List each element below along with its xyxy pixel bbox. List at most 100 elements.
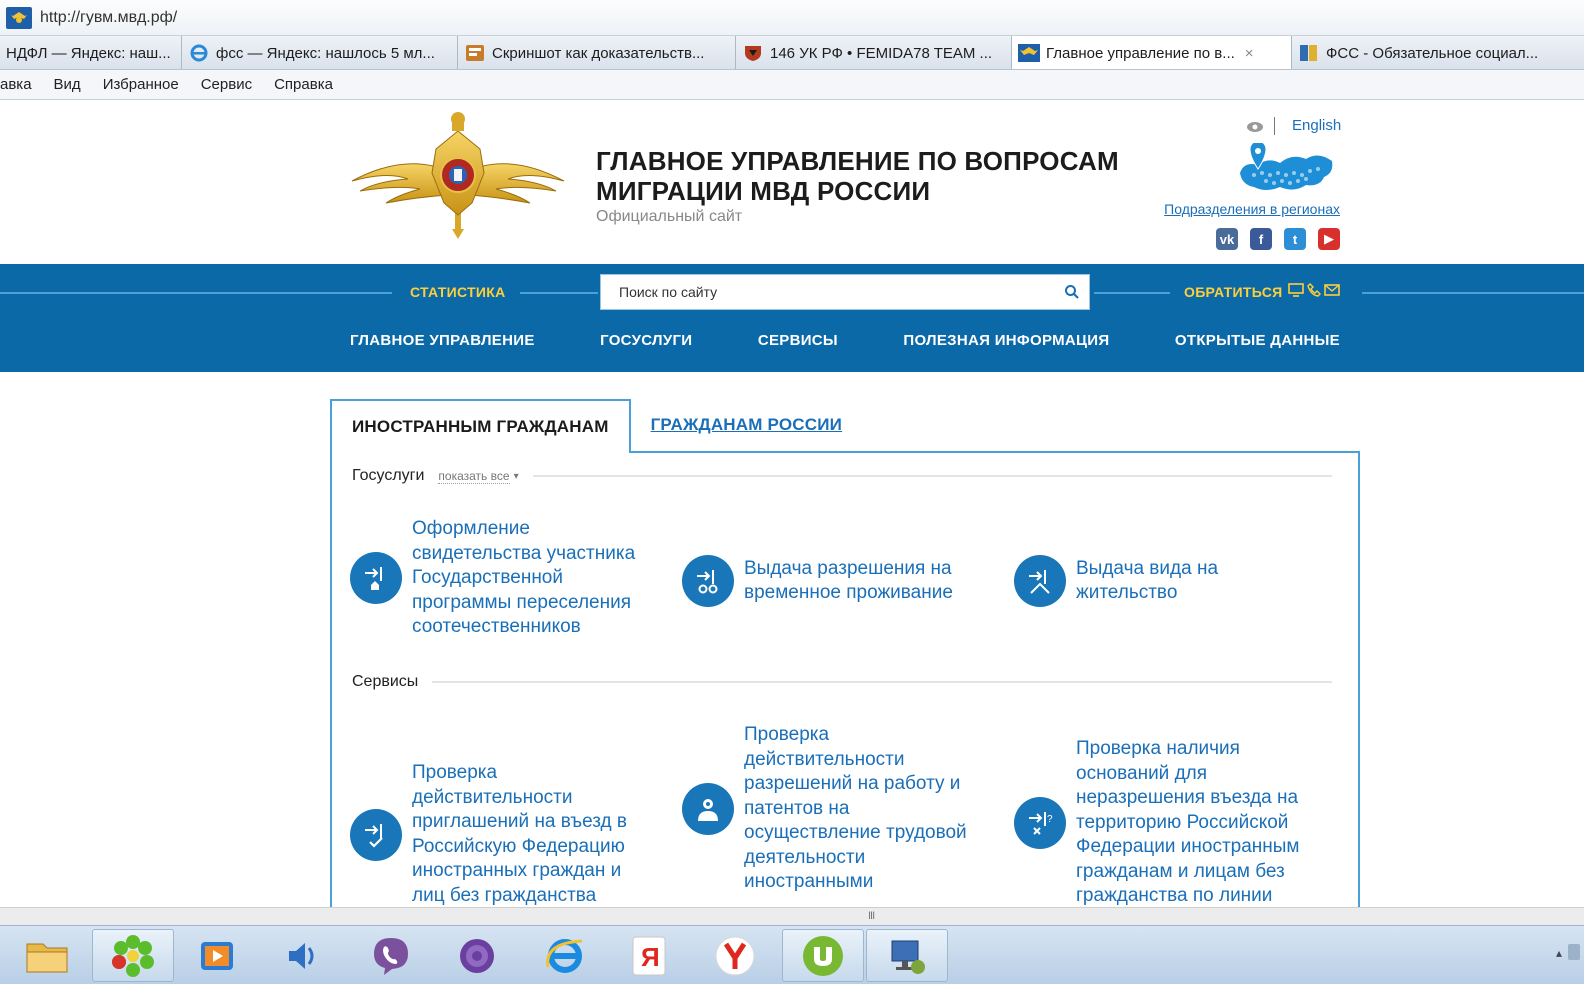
nav-item-open-data[interactable]: ОТКРЫТЫЕ ДАННЫЕ	[1175, 332, 1340, 349]
russia-map-icon[interactable]	[1234, 143, 1336, 199]
browser-tab-label: Главное управление по в...	[1046, 44, 1235, 62]
browser-tab[interactable]: фсс — Яндекс: нашлось 5 мл...	[182, 36, 458, 69]
statistics-link[interactable]: СТАТИСТИКА	[410, 284, 506, 300]
english-link[interactable]: English	[1292, 117, 1341, 134]
site-subtitle: Официальный сайт	[596, 208, 743, 225]
gosuslugi-item[interactable]: Выдача вида на жительство	[1014, 555, 1314, 607]
gosuslugi-item-label: Выдача разрешения на временное проживани…	[744, 557, 953, 604]
tor-icon[interactable]	[436, 929, 518, 982]
decorative-line	[0, 292, 392, 294]
decorative-line	[1094, 292, 1170, 294]
browser-tab-label: НДФЛ — Яндекс: наш...	[6, 44, 171, 62]
windows-taskbar: Я ▴	[0, 925, 1584, 984]
regions-link[interactable]: Подразделения в регионах	[1164, 201, 1340, 217]
close-tab-icon[interactable]: ×	[1245, 45, 1254, 62]
search-icon[interactable]	[1055, 275, 1089, 309]
divider	[532, 475, 1332, 477]
browser-tab-label: 146 УК РФ • FEMIDA78 TEAM ...	[770, 44, 993, 62]
vk-icon[interactable]: vk	[1216, 228, 1238, 250]
browser-tab[interactable]: 146 УК РФ • FEMIDA78 TEAM ...	[736, 36, 1012, 69]
fss-icon	[1298, 43, 1320, 63]
mvd-emblem-logo[interactable]	[348, 111, 568, 239]
horizontal-scrollbar[interactable]: III	[0, 907, 1584, 925]
yandex-icon[interactable]: Я	[608, 929, 690, 982]
menu-item-view[interactable]: Вид	[54, 76, 81, 93]
resettlement-icon	[350, 552, 402, 605]
site-page: ГЛАВНОЕ УПРАВЛЕНИЕ ПО ВОПРОСАМ МИГРАЦИИ …	[0, 101, 1584, 907]
service-item-label: Проверка наличия оснований для неразреше…	[1076, 738, 1300, 906]
browser-tab-label: ФСС - Обязательное социал...	[1326, 44, 1539, 62]
service-item[interactable]: Проверка действительности приглашений на…	[350, 761, 650, 907]
service-item-label: Проверка действительности приглашений на…	[412, 762, 628, 906]
browser-tab[interactable]: Скриншот как доказательств...	[458, 36, 736, 69]
media-player-icon[interactable]	[176, 929, 258, 982]
service-item-label: Проверка действительности разрешений на …	[744, 724, 967, 892]
services-panel: Госуслуги показать все ▾ Оформление свид…	[330, 451, 1360, 907]
phone-icon[interactable]	[1307, 283, 1321, 297]
nav-item-gosuslugi[interactable]: ГОСУСЛУГИ	[600, 332, 692, 349]
services-title: Сервисы	[352, 673, 419, 690]
utorrent-icon[interactable]	[782, 929, 864, 982]
volume-icon[interactable]	[262, 929, 344, 982]
invitation-check-icon	[350, 808, 402, 861]
address-url[interactable]: http://гувм.мвд.рф/	[40, 9, 177, 27]
residence-permit-icon	[1014, 555, 1066, 607]
nav-item-useful-info[interactable]: ПОЛЕЗНАЯ ИНФОРМАЦИЯ	[903, 332, 1109, 349]
mail-icon[interactable]	[1324, 283, 1340, 297]
service-item[interactable]: Проверка действительности разрешений на …	[682, 723, 982, 895]
search-input[interactable]	[601, 275, 1055, 309]
show-desktop-button[interactable]	[1568, 944, 1580, 960]
divider	[1274, 117, 1275, 135]
entry-ban-check-icon: ?	[1014, 796, 1066, 849]
scrollbar-grip[interactable]: III	[868, 910, 875, 922]
tray-expand-icon[interactable]: ▴	[1556, 946, 1562, 960]
explorer-icon[interactable]	[6, 929, 88, 982]
temporary-residence-icon	[682, 555, 734, 607]
menu-item-favorites[interactable]: Избранное	[103, 76, 179, 93]
browser-tab[interactable]: НДФЛ — Яндекс: наш...	[0, 36, 182, 69]
nav-item-services[interactable]: СЕРВИСЫ	[758, 332, 838, 349]
tab-foreign-citizens[interactable]: ИНОСТРАННЫМ ГРАЖДАНАМ	[330, 399, 631, 453]
gosuslugi-item[interactable]: Выдача разрешения на временное проживани…	[682, 555, 992, 607]
work-permit-icon	[682, 782, 734, 835]
site-title-line1: ГЛАВНОЕ УПРАВЛЕНИЕ ПО ВОПРОСАМ	[596, 146, 1119, 176]
main-navigation-bar: СТАТИСТИКА ОБРАТИТЬСЯ ГЛАВНОЕ УПРАВЛЕНИЕ…	[0, 264, 1584, 372]
eye-icon[interactable]	[1246, 121, 1264, 133]
nav-item-main-department[interactable]: ГЛАВНОЕ УПРАВЛЕНИЕ	[350, 332, 535, 349]
header-utilities: English Подразделения в регионах vk f t …	[1150, 115, 1341, 255]
browser-tab[interactable]: ФСС - Обязательное социал...	[1292, 36, 1584, 69]
divider	[432, 681, 1332, 683]
service-item[interactable]: ? Проверка наличия оснований для неразре…	[1014, 737, 1314, 907]
browser-tab-active[interactable]: Главное управление по в... ×	[1012, 36, 1292, 69]
primary-nav: ГЛАВНОЕ УПРАВЛЕНИЕ ГОСУСЛУГИ СЕРВИСЫ ПОЛ…	[350, 332, 1340, 349]
emblem-icon	[1018, 43, 1040, 63]
site-title: ГЛАВНОЕ УПРАВЛЕНИЕ ПО ВОПРОСАМ МИГРАЦИИ …	[596, 146, 1119, 206]
gosuslugi-item[interactable]: Оформление свидетельства участника Госуд…	[350, 517, 650, 640]
menu-item-help[interactable]: Справка	[274, 76, 333, 93]
twitter-icon[interactable]: t	[1284, 228, 1306, 250]
facebook-icon[interactable]: f	[1250, 228, 1272, 250]
yandex-browser-icon[interactable]	[694, 929, 776, 982]
chevron-down-icon[interactable]: ▾	[514, 471, 519, 482]
gosuslugi-header: Госуслуги показать все ▾	[352, 467, 1332, 485]
site-icon	[464, 43, 486, 63]
show-all-link[interactable]: показать все	[438, 469, 510, 484]
monitor-icon[interactable]	[1288, 283, 1304, 297]
youtube-icon[interactable]: ▶	[1318, 228, 1340, 250]
browser-tab-label: Скриншот как доказательств...	[492, 44, 705, 62]
network-icon[interactable]	[866, 929, 948, 982]
viber-icon[interactable]	[350, 929, 432, 982]
contact-icons	[1288, 283, 1340, 297]
internet-explorer-icon[interactable]	[524, 929, 606, 982]
tab-russian-citizens[interactable]: ГРАЖДАНАМ РОССИИ	[631, 399, 862, 451]
site-title-line2: МИГРАЦИИ МВД РОССИИ	[596, 176, 931, 206]
menu-item-edit[interactable]: авка	[0, 76, 32, 93]
icq-icon[interactable]	[92, 929, 174, 982]
decorative-line	[520, 292, 598, 294]
contact-link[interactable]: ОБРАТИТЬСЯ	[1184, 284, 1283, 300]
address-bar[interactable]: http://гувм.мвд.рф/	[0, 0, 1584, 36]
ie-icon	[188, 43, 210, 63]
menu-item-tools[interactable]: Сервис	[201, 76, 252, 93]
audience-tabs: ИНОСТРАННЫМ ГРАЖДАНАМ ГРАЖДАНАМ РОССИИ	[330, 399, 862, 453]
gosuslugi-title: Госуслуги	[352, 467, 425, 484]
